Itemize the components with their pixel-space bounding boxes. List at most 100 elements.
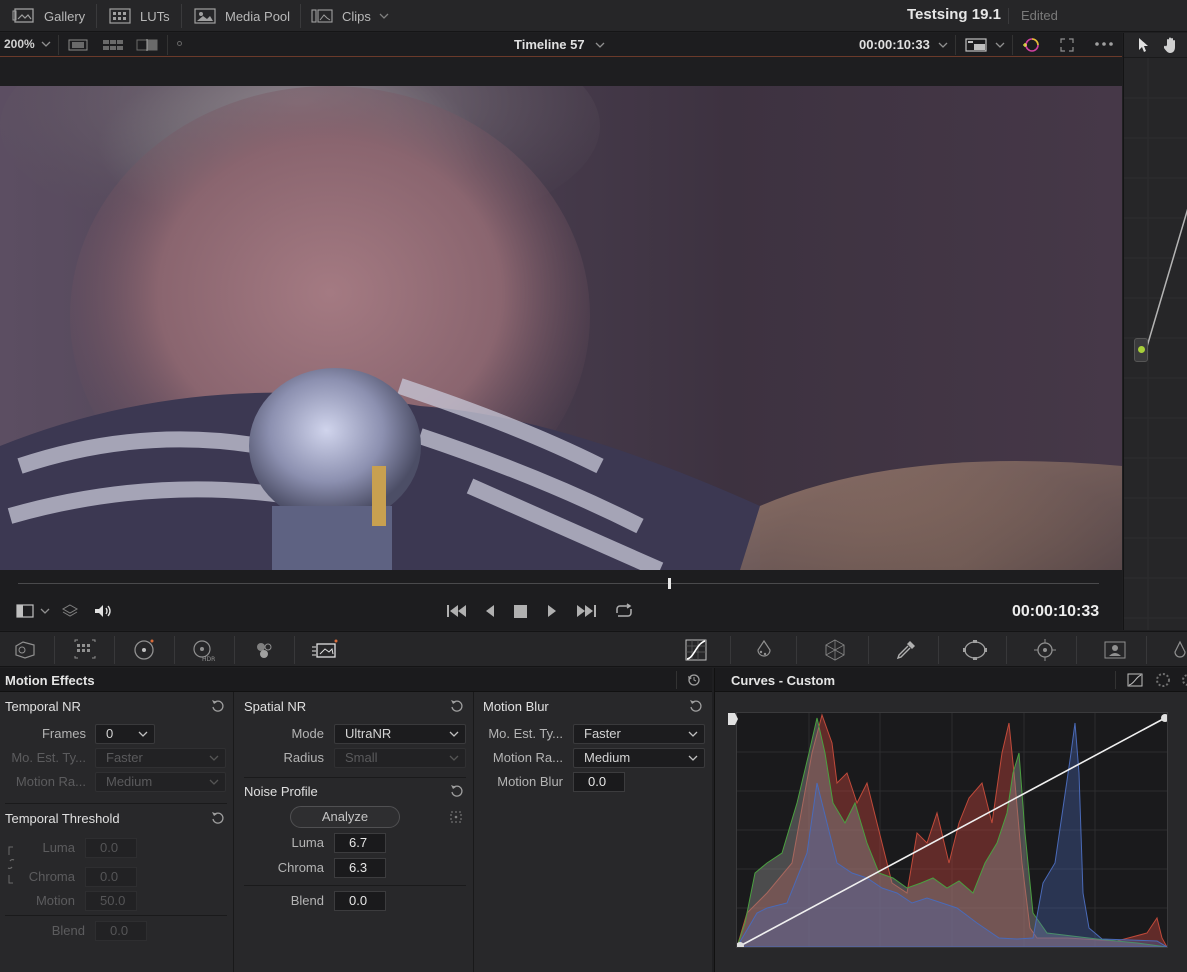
luts-button[interactable]: LUTs xyxy=(108,0,170,32)
reset-icon[interactable] xyxy=(211,699,225,713)
analyze-button[interactable]: Analyze xyxy=(290,806,400,828)
curves-header: Curves - Custom xyxy=(714,668,1187,692)
np-blend-field[interactable]: 0.0 xyxy=(334,891,386,911)
motion-blur-field[interactable]: 0.0 xyxy=(573,772,625,792)
mode-dropdown[interactable]: UltraNR xyxy=(334,724,466,744)
timecode-dropdown[interactable]: 00:00:10:33 xyxy=(859,37,948,52)
tt-chroma-field[interactable]: 0.0 xyxy=(85,867,137,887)
chevron-down-icon xyxy=(379,12,389,20)
media-pool-button[interactable]: Media Pool xyxy=(193,0,290,32)
eyedropper-icon[interactable] xyxy=(894,638,918,662)
curves-graph[interactable] xyxy=(736,712,1168,948)
hand-tool-icon[interactable] xyxy=(1162,36,1180,54)
curves-icon[interactable] xyxy=(684,638,708,662)
timeline-dropdown[interactable]: Timeline 57 xyxy=(514,37,605,52)
tt-blend-field[interactable]: 0.0 xyxy=(95,921,147,941)
mb-motion-range-dropdown[interactable]: Medium xyxy=(573,748,705,768)
rgb-mixer-icon[interactable] xyxy=(252,638,276,662)
magic-mask-icon[interactable] xyxy=(1102,638,1126,662)
top-toolbar: Gallery LUTs Media Pool Clips Testsing 1… xyxy=(0,0,1187,32)
motion-range-dropdown[interactable]: Medium xyxy=(95,772,226,792)
reset-icon[interactable] xyxy=(450,699,464,713)
np-chroma-field[interactable]: 6.3 xyxy=(334,858,386,878)
mo-est-type-dropdown[interactable]: Faster xyxy=(95,748,226,768)
spatial-nr-title: Spatial NR xyxy=(244,699,307,714)
power-window-icon[interactable] xyxy=(962,638,987,662)
zoom-dropdown[interactable]: 200% xyxy=(4,37,51,51)
tt-chroma-label: Chroma xyxy=(28,869,75,884)
chevron-down-icon xyxy=(449,755,459,762)
project-title: Testsing 19.1 xyxy=(907,6,1001,23)
monitor-quality-dropdown[interactable] xyxy=(965,37,1005,53)
timecode-top: 00:00:10:33 xyxy=(859,37,930,52)
playhead[interactable] xyxy=(667,578,671,589)
chevron-down-icon[interactable] xyxy=(40,607,50,615)
gallery-button[interactable]: Gallery xyxy=(12,0,85,32)
video-image xyxy=(0,86,1122,570)
split-wipe-icon[interactable] xyxy=(136,39,158,51)
timeline-name: Timeline 57 xyxy=(514,37,585,52)
scrub-bar[interactable] xyxy=(18,583,1099,584)
mb-motion-range-label: Motion Ra... xyxy=(492,750,563,765)
qualifier-icon[interactable] xyxy=(823,638,847,662)
curve-point-white[interactable] xyxy=(1161,714,1167,722)
clips-label: Clips xyxy=(342,8,371,24)
curve-mode-icon[interactable] xyxy=(1127,673,1143,687)
mode-label: Mode xyxy=(291,726,324,741)
motion-effects-icon[interactable] xyxy=(311,638,338,662)
node-input[interactable] xyxy=(1134,338,1148,362)
play-reverse-icon[interactable] xyxy=(484,604,496,618)
curves-title: Curves - Custom xyxy=(731,673,836,688)
jump-to-start-icon[interactable] xyxy=(446,604,468,618)
primaries-icon[interactable] xyxy=(132,638,156,662)
mb-mo-est-dropdown[interactable]: Faster xyxy=(573,724,705,744)
viewer-mode-icon[interactable] xyxy=(16,604,34,618)
single-view-icon[interactable] xyxy=(68,39,88,51)
curve-pin-icon[interactable] xyxy=(727,712,739,726)
gallery-label: Gallery xyxy=(44,8,86,24)
video-frame[interactable] xyxy=(0,86,1122,570)
tt-motion-label: Motion xyxy=(35,893,75,908)
play-icon[interactable] xyxy=(546,604,558,618)
color-warper-icon[interactable] xyxy=(752,638,776,662)
node-editor[interactable] xyxy=(1123,33,1187,630)
clips-button[interactable]: Clips xyxy=(310,0,389,32)
mb-mo-est-value: Faster xyxy=(584,726,621,741)
target-icon[interactable] xyxy=(449,810,463,824)
pointer-tool-icon[interactable] xyxy=(1136,37,1150,53)
frames-value: 0 xyxy=(106,726,114,741)
reset-icon[interactable] xyxy=(211,811,225,825)
svg-text:HDR: HDR xyxy=(202,656,215,662)
tt-luma-field[interactable]: 0.0 xyxy=(85,838,137,858)
motion-blur-label: Motion Blur xyxy=(497,774,563,789)
hdr-icon[interactable]: HDR xyxy=(190,638,215,662)
camera-raw-icon[interactable] xyxy=(13,638,37,662)
motion-effects-title: Motion Effects xyxy=(5,673,95,688)
jump-to-end-icon[interactable] xyxy=(575,604,597,618)
dot-icon xyxy=(177,41,182,46)
more-options-icon[interactable] xyxy=(1094,41,1114,47)
tt-motion-field[interactable]: 50.0 xyxy=(85,891,137,911)
hq-icon xyxy=(965,37,987,53)
loop-icon[interactable] xyxy=(613,603,635,619)
tt-blend-label: Blend xyxy=(51,923,85,938)
color-match-icon[interactable] xyxy=(73,638,97,662)
loading-icon[interactable] xyxy=(1155,672,1171,688)
settings-icon[interactable] xyxy=(1181,672,1187,688)
reset-icon[interactable] xyxy=(450,784,464,798)
reset-all-icon[interactable] xyxy=(687,673,701,687)
color-wheel-icon[interactable] xyxy=(1021,36,1041,54)
tracker-icon[interactable] xyxy=(1033,638,1057,662)
fullscreen-icon[interactable] xyxy=(1059,37,1075,53)
stop-icon[interactable] xyxy=(514,605,527,618)
gallery-icon xyxy=(12,7,36,25)
blur-icon[interactable] xyxy=(1170,638,1187,662)
grid-view-icon[interactable] xyxy=(102,39,124,51)
volume-icon[interactable] xyxy=(93,603,113,619)
frames-dropdown[interactable]: 0 xyxy=(95,724,155,744)
np-luma-field[interactable]: 6.7 xyxy=(334,833,386,853)
reset-icon[interactable] xyxy=(689,699,703,713)
radius-dropdown[interactable]: Small xyxy=(334,748,466,768)
layers-icon[interactable] xyxy=(61,603,79,619)
chevron-down-icon xyxy=(938,41,948,49)
